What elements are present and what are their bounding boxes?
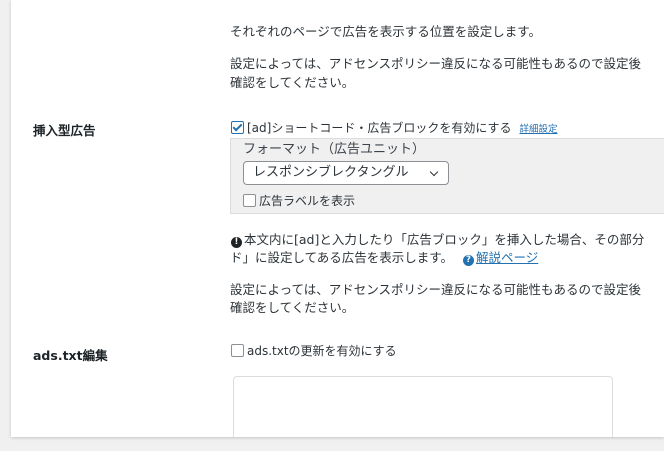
format-select[interactable]: レスポンシブレクタングル [243,161,449,185]
inline-ad-enable-checkbox[interactable] [231,121,244,134]
ads-txt-enable-row: ads.txtの更新を有効にする [231,341,397,361]
policy-warning-line2: 確認をしてください。 [230,75,355,90]
intro-description: それぞれのページで広告を表示する位置を設定します。 [230,24,542,39]
info-icon: ! [231,237,242,248]
policy-warning-line1: 設定によっては、アドセンスポリシー違反になる可能性もあるので設定後 [230,56,642,71]
format-label: フォーマット（広告ユニット） [243,142,426,157]
show-ad-label-row: 広告ラベルを表示 [243,191,355,211]
format-select-value: レスポンシブレクタングル [253,165,409,180]
inline-ad-enable-row: [ad]ショートコード・広告ブロックを有効にする 詳細設定 [231,118,557,140]
help-page-link-wrap[interactable]: ? 解説ページ [463,250,538,266]
inline-ad-enable-label[interactable]: [ad]ショートコード・広告ブロックを有効にする [247,121,511,135]
inline-ad-warning-line1: 設定によっては、アドセンスポリシー違反になる可能性もあるので設定後 [230,282,642,297]
chevron-down-icon [429,167,439,177]
detail-settings-link[interactable]: 詳細設定 [519,124,557,135]
settings-panel: それぞれのページで広告を表示する位置を設定します。 設定によっては、アドセンスポ… [11,0,664,437]
inline-ad-note-line1: ! 本文内に[ad]と入力したり「広告ブロック」を挿入した場合、その部分 [231,230,644,250]
inline-ad-label: 挿入型広告 [33,123,96,138]
ads-txt-textarea[interactable] [233,376,613,437]
show-ad-label-checkbox[interactable] [243,194,256,207]
ads-txt-enable-label[interactable]: ads.txtの更新を有効にする [247,344,397,358]
show-ad-label-text[interactable]: 広告ラベルを表示 [259,194,355,208]
inline-ad-note-line2: ド」に設定してある広告を表示します。 ? 解説ページ [230,250,539,266]
help-icon: ? [463,255,474,266]
ads-txt-enable-checkbox[interactable] [231,344,244,357]
help-page-link[interactable]: 解説ページ [476,250,538,265]
inline-ad-warning-line2: 確認をしてください。 [230,300,355,315]
ads-txt-label: ads.txt編集 [33,348,108,363]
